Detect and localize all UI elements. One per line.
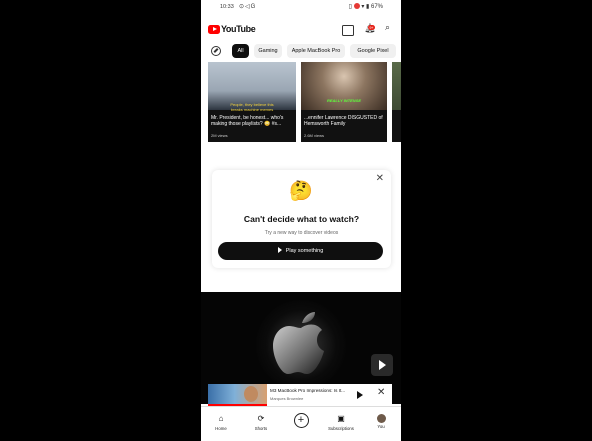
- nav-you[interactable]: You: [361, 407, 401, 429]
- status-time: 10:33: [220, 4, 234, 10]
- close-icon[interactable]: ✕: [376, 173, 384, 184]
- chip-all[interactable]: All: [232, 44, 249, 58]
- chip-gaming[interactable]: Gaming: [254, 44, 282, 58]
- mini-play-icon[interactable]: [357, 391, 363, 399]
- play-something-button[interactable]: Play something: [218, 242, 383, 260]
- mini-close-icon[interactable]: ✕: [377, 387, 385, 398]
- video-play-icon[interactable]: [371, 354, 393, 376]
- nav-create[interactable]: +: [281, 407, 321, 428]
- chip-apple-macbook-pro[interactable]: Apple MacBook Pro: [287, 44, 345, 58]
- filter-chips: All Gaming Apple MacBook Pro Google Pixe…: [201, 44, 401, 58]
- shorts-icon: ⟳: [257, 414, 265, 423]
- short-card-1[interactable]: People, they believe this breaks machine…: [208, 62, 296, 142]
- discover-prompt-card: ✕ 🤔 Can't decide what to watch? Try a ne…: [212, 170, 391, 268]
- mini-player-progress: [208, 404, 267, 406]
- system-icons: ▯ ▾ ▮ 67%: [349, 3, 383, 10]
- apple-logo-icon: [273, 312, 324, 374]
- mini-player-title: M3 MacBook Pro Impressions: Is It...: [270, 388, 346, 393]
- notification-badge: 9+: [368, 25, 375, 30]
- prompt-heading: Can't decide what to watch?: [243, 214, 360, 224]
- short-card-3[interactable]: [392, 62, 401, 142]
- battery-icon: ▮: [366, 4, 370, 10]
- short-title-2: ...ennifer Lawrence DISGUSTED of Hemswor…: [304, 115, 383, 127]
- mini-player-thumbnail: [208, 384, 267, 406]
- short-views-1: 2M views: [211, 133, 228, 138]
- short-card-2[interactable]: REALLY INTENSE ...ennifer Lawrence DISGU…: [301, 62, 387, 142]
- short-thumbnail-1: People, they believe this breaks machine…: [208, 62, 296, 112]
- nav-subscriptions-label: Subscriptions: [328, 426, 354, 431]
- youtube-play-icon: [208, 24, 220, 34]
- thinking-face-icon: 🤔: [289, 181, 313, 202]
- subscriptions-icon: ▣: [337, 414, 345, 423]
- cast-icon[interactable]: [342, 25, 354, 36]
- youtube-logo[interactable]: YouTube: [208, 24, 256, 34]
- explore-icon[interactable]: [211, 46, 221, 56]
- notification-icons: ⊙◁G: [239, 4, 257, 10]
- nav-home-label: Home: [215, 426, 227, 431]
- play-icon: [277, 246, 282, 253]
- play-something-label: Play something: [285, 248, 324, 254]
- bottom-navigation: ⌂ Home ⟳ Shorts + ▣ Subscriptions You: [201, 406, 401, 441]
- vibrate-icon: ▯: [348, 4, 352, 10]
- short-title-1: Mr. President, be honest... who's making…: [211, 115, 284, 127]
- short-thumbnail-3: [392, 62, 401, 110]
- nav-you-label: You: [377, 424, 385, 429]
- nav-home[interactable]: ⌂ Home: [201, 407, 241, 431]
- mini-player[interactable]: M3 MacBook Pro Impressions: Is It... Mar…: [208, 384, 392, 406]
- create-icon: +: [293, 413, 309, 428]
- chip-google-pixel[interactable]: Google Pixel: [350, 44, 396, 58]
- record-icon: [353, 3, 360, 10]
- short-overlay-text-2: REALLY INTENSE: [326, 98, 362, 103]
- status-bar: 10:33 ⊙◁G ▯ ▾ ▮ 67%: [201, 0, 401, 14]
- search-icon[interactable]: ⌕: [385, 22, 395, 32]
- short-overlay-text-1: People, they believe this breaks machine…: [230, 102, 274, 112]
- you-avatar: [376, 414, 386, 423]
- short-thumbnail-2: REALLY INTENSE: [301, 62, 387, 110]
- nav-subscriptions[interactable]: ▣ Subscriptions: [321, 407, 361, 431]
- short-views-2: 2.6M views: [304, 133, 325, 138]
- top-app-bar: YouTube 🔔︎ 9+ ⌕: [201, 18, 401, 40]
- presenter-image: [244, 386, 258, 402]
- prompt-subtext: Try a new way to discover videos: [264, 230, 339, 236]
- battery-level: 67%: [370, 4, 383, 10]
- nav-shorts-label: Shorts: [254, 426, 268, 431]
- wifi-icon: ▾: [361, 4, 365, 10]
- mini-player-channel: Marques Brownlee: [270, 396, 304, 401]
- nav-shorts[interactable]: ⟳ Shorts: [241, 407, 281, 431]
- home-icon: ⌂: [218, 414, 224, 423]
- logo-text: YouTube: [221, 24, 256, 34]
